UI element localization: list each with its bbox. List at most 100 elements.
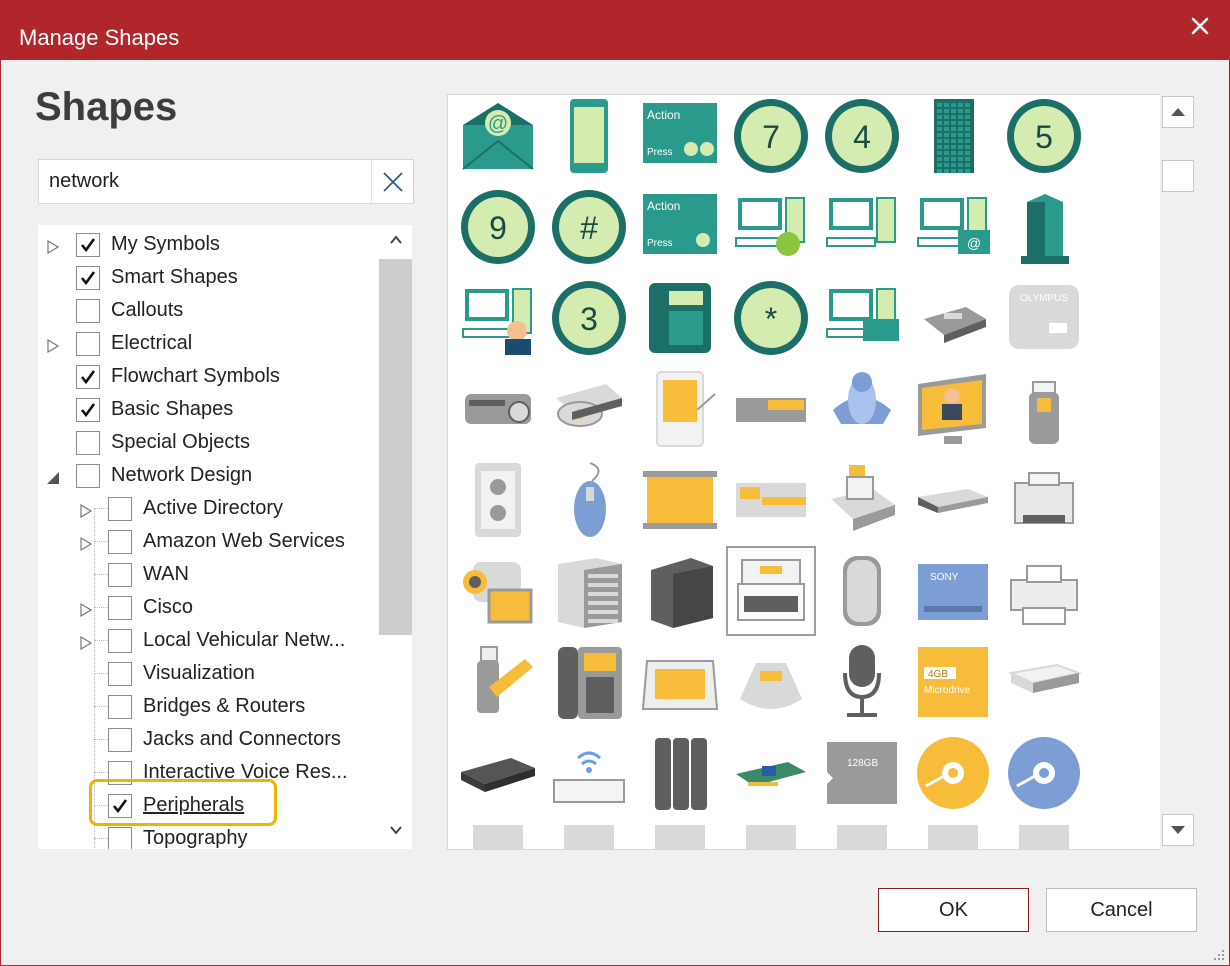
external-hdd-icon[interactable] (459, 734, 537, 812)
keypad-digit-icon[interactable]: * (732, 279, 810, 357)
tree-checkbox[interactable] (108, 629, 132, 653)
action-button-one-icon[interactable]: Action Press (641, 188, 719, 266)
router-box-icon[interactable] (823, 552, 901, 630)
voice-recorder-icon[interactable] (914, 279, 992, 357)
tree-checkbox[interactable] (108, 530, 132, 554)
optical-drive-icon[interactable] (550, 370, 628, 448)
power-outlet-icon[interactable] (459, 461, 537, 539)
tree-item[interactable]: Flowchart Symbols (38, 360, 378, 393)
expanded-triangle-icon[interactable] (46, 468, 60, 484)
tree-item[interactable]: Special Objects (38, 426, 378, 459)
tree-item[interactable]: WAN (38, 558, 378, 591)
scroll-thumb[interactable] (1162, 160, 1194, 192)
tree-scrollbar[interactable] (379, 225, 412, 849)
search-input[interactable] (39, 160, 373, 203)
tree-scroll-down-icon[interactable] (388, 823, 403, 838)
tree-item[interactable]: Local Vehicular Netw... (38, 624, 378, 657)
inkjet-printer-icon[interactable] (1005, 552, 1083, 630)
projection-screen-icon[interactable] (641, 461, 719, 539)
cd-disc-blue-icon[interactable] (1005, 734, 1083, 812)
tree-item[interactable]: My Symbols (38, 228, 378, 261)
close-icon[interactable] (1185, 11, 1215, 41)
usb-flash-icon[interactable] (1005, 370, 1083, 448)
sony-memory-stick-icon[interactable]: SONY (914, 552, 992, 630)
keypad-digit-icon[interactable]: 7 (732, 97, 810, 175)
tree-checkbox[interactable] (76, 365, 100, 389)
network-card-icon[interactable] (732, 734, 810, 812)
joystick-icon[interactable] (823, 370, 901, 448)
tree-checkbox[interactable] (76, 398, 100, 422)
collapsed-triangle-icon[interactable] (79, 633, 93, 651)
computer-globe-icon[interactable] (732, 188, 810, 266)
tree-checkbox[interactable] (76, 266, 100, 290)
hdd-array-icon[interactable] (641, 734, 719, 812)
pda-stylus-icon[interactable] (641, 370, 719, 448)
clear-search-button[interactable] (371, 160, 413, 203)
partial-shape-icon[interactable] (732, 825, 810, 849)
monitor-user-icon[interactable] (914, 370, 992, 448)
mouse-icon[interactable] (550, 461, 628, 539)
partial-shape-icon[interactable] (459, 825, 537, 849)
computer-card-icon[interactable] (823, 279, 901, 357)
tree-item[interactable]: Bridges & Routers (38, 690, 378, 723)
memory-card-long-icon[interactable] (732, 461, 810, 539)
partial-shape-icon[interactable] (641, 825, 719, 849)
partial-shape-icon[interactable] (1005, 825, 1083, 849)
cancel-button[interactable]: Cancel (1046, 888, 1197, 932)
tree-checkbox[interactable] (76, 464, 100, 488)
collapsed-triangle-icon[interactable] (79, 501, 93, 519)
flatbed-scanner-icon[interactable] (641, 643, 719, 721)
tree-scroll-up-icon[interactable] (388, 233, 403, 248)
action-button-two-icon[interactable]: Action Press (641, 97, 719, 175)
tree-checkbox[interactable] (108, 497, 132, 521)
scroll-up-button[interactable] (1162, 96, 1194, 128)
email-envelope-icon[interactable]: @ (459, 97, 537, 175)
tree-item[interactable]: Cisco (38, 591, 378, 624)
tree-item[interactable]: Callouts (38, 294, 378, 327)
dvd-player-icon[interactable] (914, 461, 992, 539)
scroll-down-button[interactable] (1162, 814, 1194, 846)
tree-checkbox[interactable] (76, 431, 100, 455)
tree-scroll-thumb[interactable] (379, 259, 412, 635)
memory-stick-icon[interactable] (732, 370, 810, 448)
tree-item[interactable]: Jacks and Connectors (38, 723, 378, 756)
tree-checkbox[interactable] (108, 563, 132, 587)
tree-checkbox[interactable] (76, 233, 100, 257)
collapsed-triangle-icon[interactable] (79, 600, 93, 618)
keypad-digit-icon[interactable]: 9 (459, 188, 537, 266)
collapsed-triangle-icon[interactable] (46, 237, 60, 255)
tree-item[interactable]: Smart Shapes (38, 261, 378, 294)
shapes-scrollbar[interactable] (1160, 94, 1196, 850)
ok-button[interactable]: OK (878, 888, 1029, 932)
partial-shape-icon[interactable] (914, 825, 992, 849)
wireless-keyboard-icon[interactable] (550, 734, 628, 812)
tree-item[interactable]: Active Directory (38, 492, 378, 525)
resize-grip-icon[interactable] (1211, 947, 1225, 961)
projector-icon[interactable] (459, 370, 537, 448)
tree-checkbox[interactable] (108, 827, 132, 849)
camcorder-icon[interactable] (459, 552, 537, 630)
tree-checkbox[interactable] (76, 332, 100, 356)
cd-tower-icon[interactable] (550, 552, 628, 630)
conference-phone-icon[interactable] (732, 643, 810, 721)
cash-register-icon[interactable] (823, 461, 901, 539)
desk-phone-icon[interactable] (641, 279, 719, 357)
collapsed-triangle-icon[interactable] (79, 534, 93, 552)
computer-email-icon[interactable]: @ (914, 188, 992, 266)
ip-phone-icon[interactable] (550, 643, 628, 721)
keypad-digit-icon[interactable]: # (550, 188, 628, 266)
usb-swivel-icon[interactable] (459, 643, 537, 721)
computer-workstation-icon[interactable] (823, 188, 901, 266)
microdrive-icon[interactable]: 4GB Microdrive (914, 643, 992, 721)
keypad-digit-icon[interactable]: 3 (550, 279, 628, 357)
partial-shape-icon[interactable] (550, 825, 628, 849)
tree-item[interactable]: Electrical (38, 327, 378, 360)
ups-unit-icon[interactable] (641, 552, 719, 630)
laser-printer-icon[interactable] (1005, 461, 1083, 539)
server-rack-icon[interactable] (914, 97, 992, 175)
tree-checkbox[interactable] (76, 299, 100, 323)
tree-checkbox[interactable] (108, 662, 132, 686)
tree-checkbox[interactable] (108, 596, 132, 620)
tree-item[interactable]: Basic Shapes (38, 393, 378, 426)
olympus-recorder-icon[interactable]: OLYMPUS (1005, 279, 1083, 357)
